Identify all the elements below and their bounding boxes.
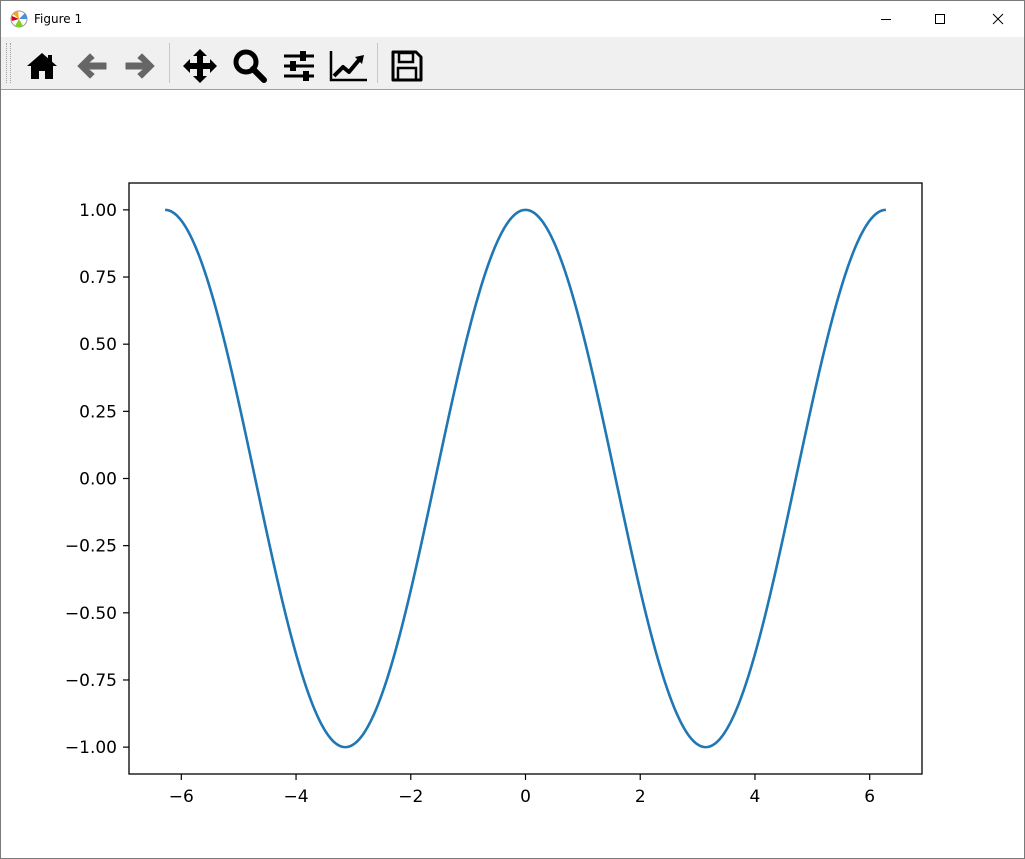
pan-button[interactable]	[180, 46, 220, 86]
matplotlib-logo-icon	[10, 10, 28, 28]
y-tick-label: 0.00	[79, 470, 117, 490]
forward-arrow-icon	[125, 53, 155, 79]
x-tick-label: 4	[750, 787, 761, 807]
y-tick-label: 1.00	[79, 201, 117, 221]
back-arrow-icon	[77, 53, 107, 79]
edit-axes-chart-icon	[329, 51, 367, 82]
forward-button[interactable]	[120, 46, 160, 86]
y-tick-label: −0.50	[65, 604, 117, 624]
figure-window: Figure 1 −6 −4 −2 0 2 4 6 1.00 0.75 0.50…	[0, 0, 1025, 859]
subplots-sliders-icon	[284, 51, 314, 81]
close-icon	[992, 13, 1004, 25]
pan-move-icon	[183, 49, 217, 83]
x-tick-label: −6	[169, 787, 194, 807]
x-tick-label: −4	[284, 787, 309, 807]
y-tick-label: −1.00	[65, 738, 117, 758]
edit-axes-button[interactable]	[328, 46, 368, 86]
title-bar[interactable]: Figure 1	[1, 1, 1024, 37]
zoom-button[interactable]	[230, 46, 270, 86]
x-tick-label: 0	[520, 787, 531, 807]
back-button[interactable]	[72, 46, 112, 86]
minimize-button[interactable]	[861, 1, 911, 37]
figure-background	[1, 90, 1024, 858]
y-tick-label: 0.50	[79, 335, 117, 355]
maximize-button[interactable]	[915, 1, 965, 37]
figure-canvas[interactable]: −6 −4 −2 0 2 4 6 1.00 0.75 0.50 0.25 0.00 −0.25 −0.50…	[1, 90, 1024, 858]
y-tick-label: 0.25	[79, 402, 117, 422]
x-tick-label: 2	[635, 787, 646, 807]
home-icon	[27, 53, 57, 79]
toolbar-separator	[169, 43, 170, 83]
minimize-icon	[881, 19, 891, 20]
y-tick-label: −0.25	[65, 537, 117, 557]
save-button[interactable]	[387, 46, 427, 86]
home-button[interactable]	[22, 46, 62, 86]
subplots-button[interactable]	[279, 46, 319, 86]
navigation-toolbar	[1, 37, 1024, 90]
x-tick-label: 6	[864, 787, 875, 807]
close-button[interactable]	[973, 1, 1023, 37]
y-tick-label: 0.75	[79, 268, 117, 288]
toolbar-grip[interactable]	[6, 43, 11, 83]
toolbar-separator	[377, 43, 378, 83]
maximize-icon	[935, 14, 945, 24]
zoom-magnifier-icon	[233, 49, 267, 83]
x-tick-label: −2	[398, 787, 423, 807]
window-title: Figure 1	[34, 12, 83, 26]
y-tick-label: −0.75	[65, 671, 117, 691]
save-floppy-icon	[391, 50, 423, 82]
